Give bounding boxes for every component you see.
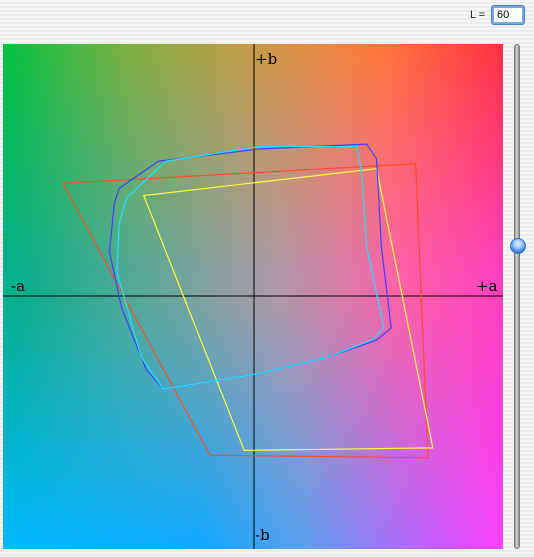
lightness-slider-track[interactable] <box>514 44 520 549</box>
axis-label-plus-a: +a <box>476 277 498 295</box>
lab-plane-canvas <box>3 44 503 549</box>
lightness-input[interactable] <box>492 6 524 24</box>
axis-label-minus-a: -a <box>11 277 26 295</box>
axis-label-minus-b: -b <box>255 526 270 544</box>
lightness-label: L = <box>470 9 486 21</box>
toolbar: L = <box>0 0 534 32</box>
axis-label-plus-b: +b <box>255 50 278 68</box>
lightness-slider-knob[interactable] <box>510 238 526 254</box>
lab-plot: +b -b -a +a <box>3 44 503 549</box>
